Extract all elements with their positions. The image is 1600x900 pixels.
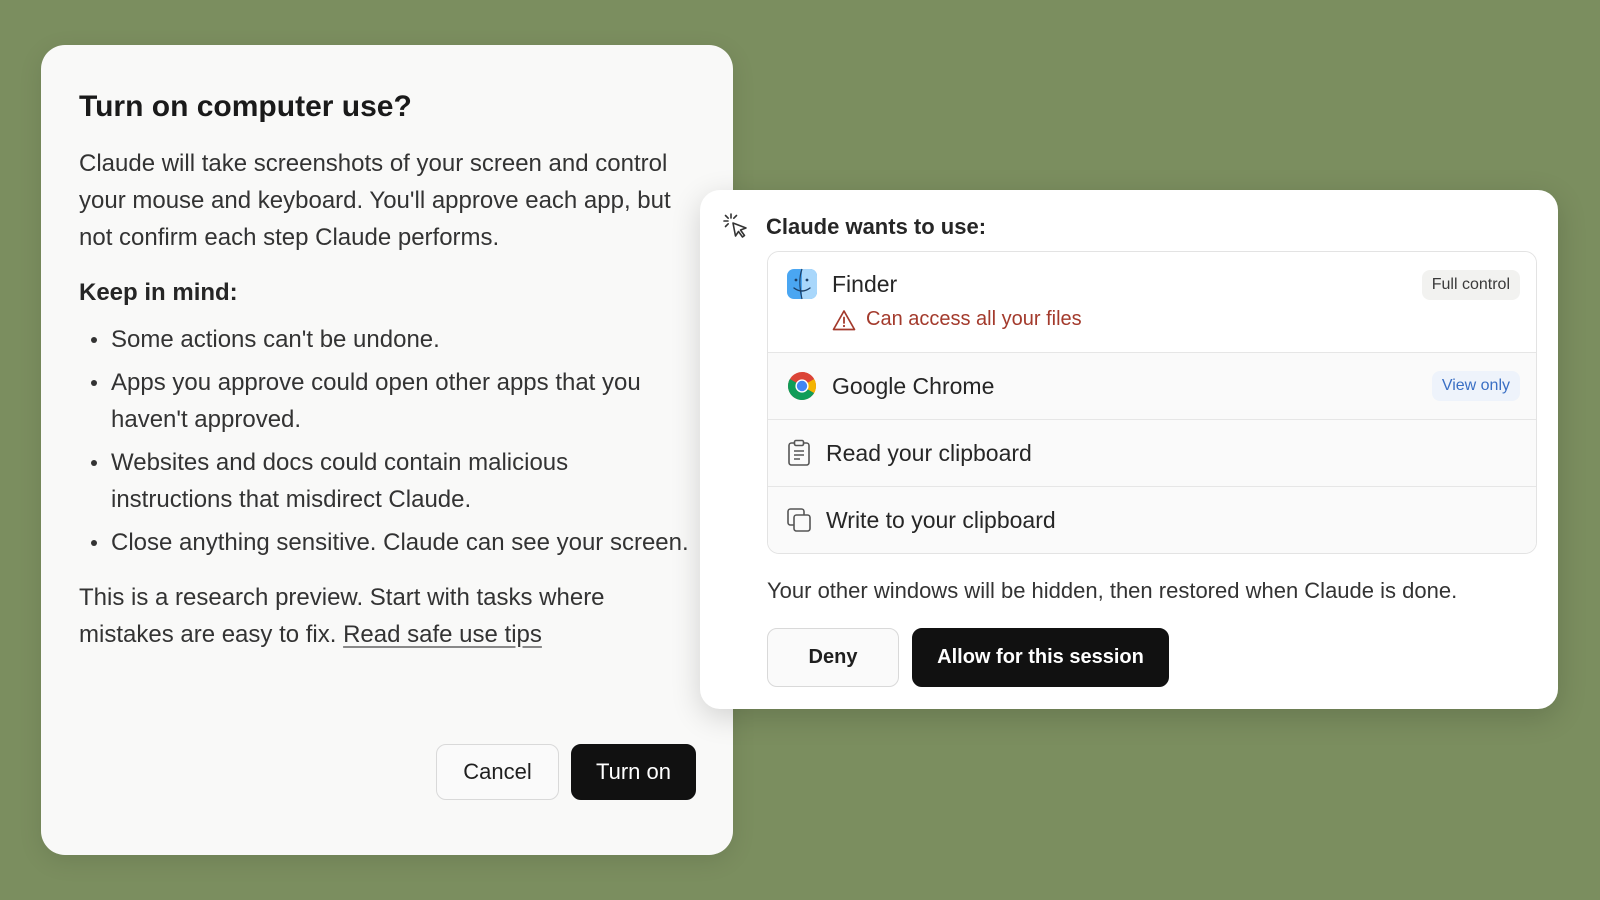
permission-request-dialog: Claude wants to use: Finder Can access a… (700, 190, 1558, 709)
list-item: Websites and docs could contain maliciou… (79, 444, 695, 518)
turn-on-computer-use-dialog: Turn on computer use? Claude will take s… (41, 45, 733, 855)
permission-row-read-clipboard: Read your clipboard (768, 419, 1536, 486)
permission-actions: Deny Allow for this session (767, 628, 1169, 687)
permission-name: Write to your clipboard (826, 506, 1056, 533)
permission-row-chrome: Google Chrome View only (768, 352, 1536, 419)
finder-icon (787, 268, 817, 300)
view-only-badge: View only (1431, 371, 1520, 401)
list-item: Some actions can't be undone. (79, 321, 695, 358)
finder-warning: Can access all your files (832, 308, 1082, 331)
dialog-intro: Claude will take screenshots of your scr… (79, 150, 671, 251)
research-preview-note: This is a research preview. Start with t… (79, 579, 695, 653)
list-item: Apps you approve could open other apps t… (79, 364, 695, 438)
full-control-badge: Full control (1421, 270, 1520, 300)
turn-on-button[interactable]: Turn on (571, 744, 696, 800)
warning-list: Some actions can't be undone. Apps you a… (79, 321, 695, 561)
permission-name: Finder (832, 270, 898, 297)
hidden-windows-note: Your other windows will be hidden, then … (767, 578, 1458, 603)
deny-button[interactable]: Deny (767, 628, 899, 687)
copy-icon (787, 508, 811, 532)
permission-name: Google Chrome (832, 372, 995, 399)
allow-for-session-button[interactable]: Allow for this session (912, 628, 1169, 687)
cancel-button[interactable]: Cancel (436, 744, 559, 800)
permission-header: Claude wants to use: (722, 212, 986, 242)
dialog-title: Turn on computer use? (79, 90, 412, 123)
permission-row-write-clipboard: Write to your clipboard (768, 486, 1536, 553)
clipboard-icon (788, 439, 810, 466)
permission-row-finder: Finder Can access all your files Full co… (768, 252, 1536, 352)
read-safe-use-tips-link[interactable]: Read safe use tips (343, 621, 542, 648)
keep-in-mind-heading: Keep in mind: (79, 279, 238, 306)
chrome-icon (788, 372, 816, 400)
warning-text: Can access all your files (866, 308, 1082, 330)
permission-name: Read your clipboard (826, 439, 1032, 466)
cursor-sparkle-icon (723, 213, 747, 238)
warning-triangle-icon (832, 309, 856, 330)
dialog-actions: Cancel Turn on (436, 744, 696, 800)
permission-list: Finder Can access all your files Full co… (767, 251, 1537, 554)
permission-title: Claude wants to use: (766, 214, 987, 239)
stage: Turn on computer use? Claude will take s… (0, 0, 1600, 900)
list-item: Close anything sensitive. Claude can see… (79, 524, 695, 561)
finder-details: Finder Can access all your files (786, 268, 1082, 331)
finder-title-line: Finder (786, 268, 1082, 300)
